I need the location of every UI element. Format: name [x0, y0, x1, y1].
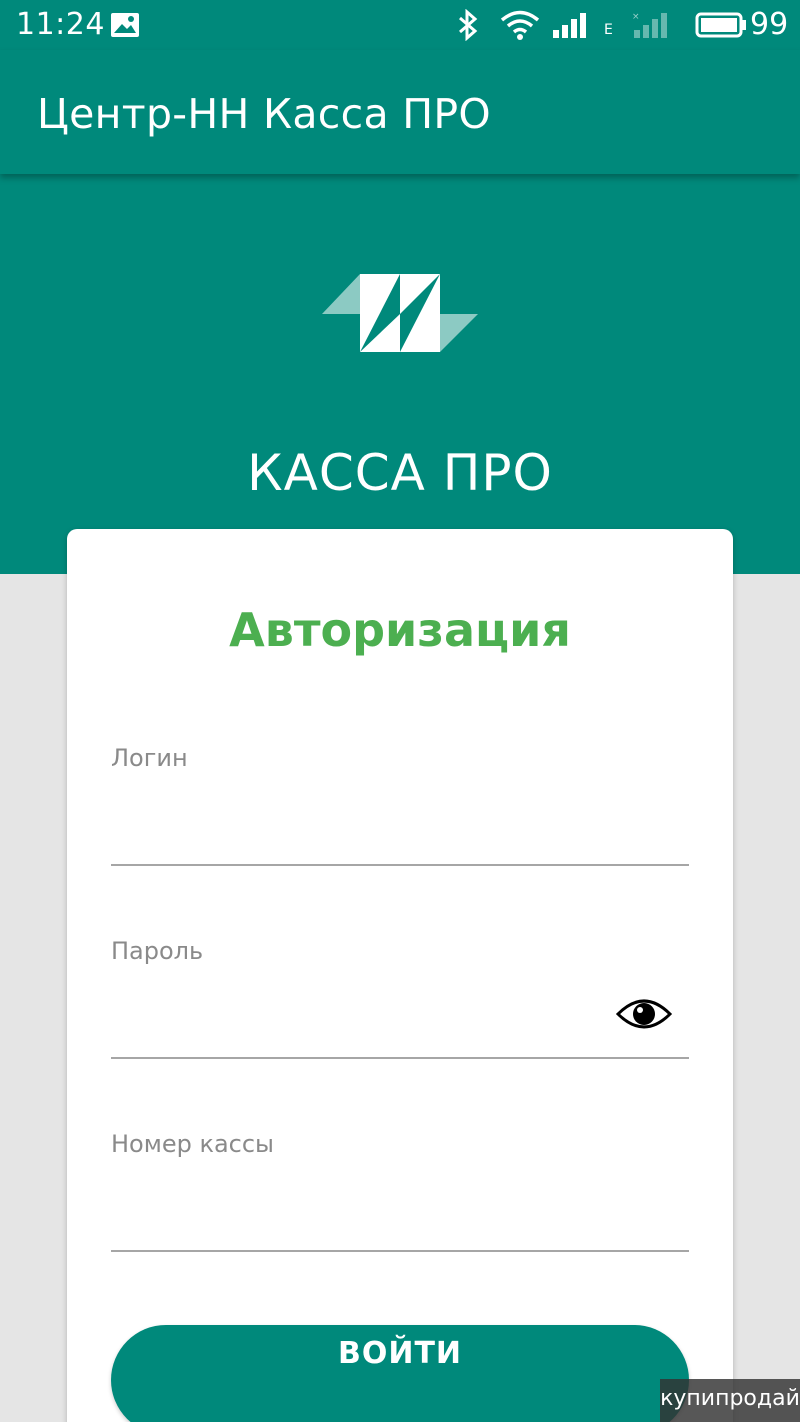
register-number-underline: [111, 1250, 689, 1252]
brand-title: КАССА ПРО: [247, 444, 553, 502]
login-input[interactable]: [111, 794, 689, 854]
login-label: Логин: [111, 744, 188, 772]
svg-text:×: ×: [632, 12, 640, 22]
auth-card: Авторизация Логин Пароль Номер кассы ВОЙ…: [67, 529, 733, 1422]
hero-banner: КАССА ПРО: [0, 174, 800, 574]
app-title: Центр-НН Касса ПРО: [37, 90, 491, 138]
login-button-label: ВОЙТИ: [337, 1335, 463, 1371]
signal-icon: [553, 13, 586, 38]
register-number-field: Номер кассы: [111, 1130, 689, 1260]
register-number-label: Номер кассы: [111, 1130, 275, 1158]
show-password-eye-icon[interactable]: [616, 994, 672, 1034]
bluetooth-icon: [459, 9, 478, 41]
kassa-pro-logo: [322, 274, 478, 352]
image-notification-icon: [111, 13, 139, 37]
status-bar: 11:24 E × 99: [0, 0, 800, 50]
signal-weak-icon: ×: [632, 12, 667, 38]
network-type-label: E: [604, 22, 613, 38]
password-label: Пароль: [111, 937, 204, 965]
login-underline: [111, 864, 689, 866]
wifi-icon: [500, 10, 540, 40]
app-bar: Центр-НН Касса ПРО: [0, 50, 800, 174]
login-button[interactable]: ВОЙТИ: [111, 1325, 689, 1422]
status-time: 11:24: [16, 7, 105, 42]
register-number-input[interactable]: [111, 1180, 689, 1240]
auth-title: Авторизация: [229, 603, 571, 657]
password-underline: [111, 1057, 689, 1059]
login-field: Логин: [111, 744, 689, 874]
battery-icon: [695, 12, 746, 38]
password-input[interactable]: [111, 987, 601, 1047]
password-field: Пароль: [111, 937, 689, 1067]
battery-level: 99: [750, 7, 789, 42]
watermark: купипродай: [660, 1379, 800, 1422]
